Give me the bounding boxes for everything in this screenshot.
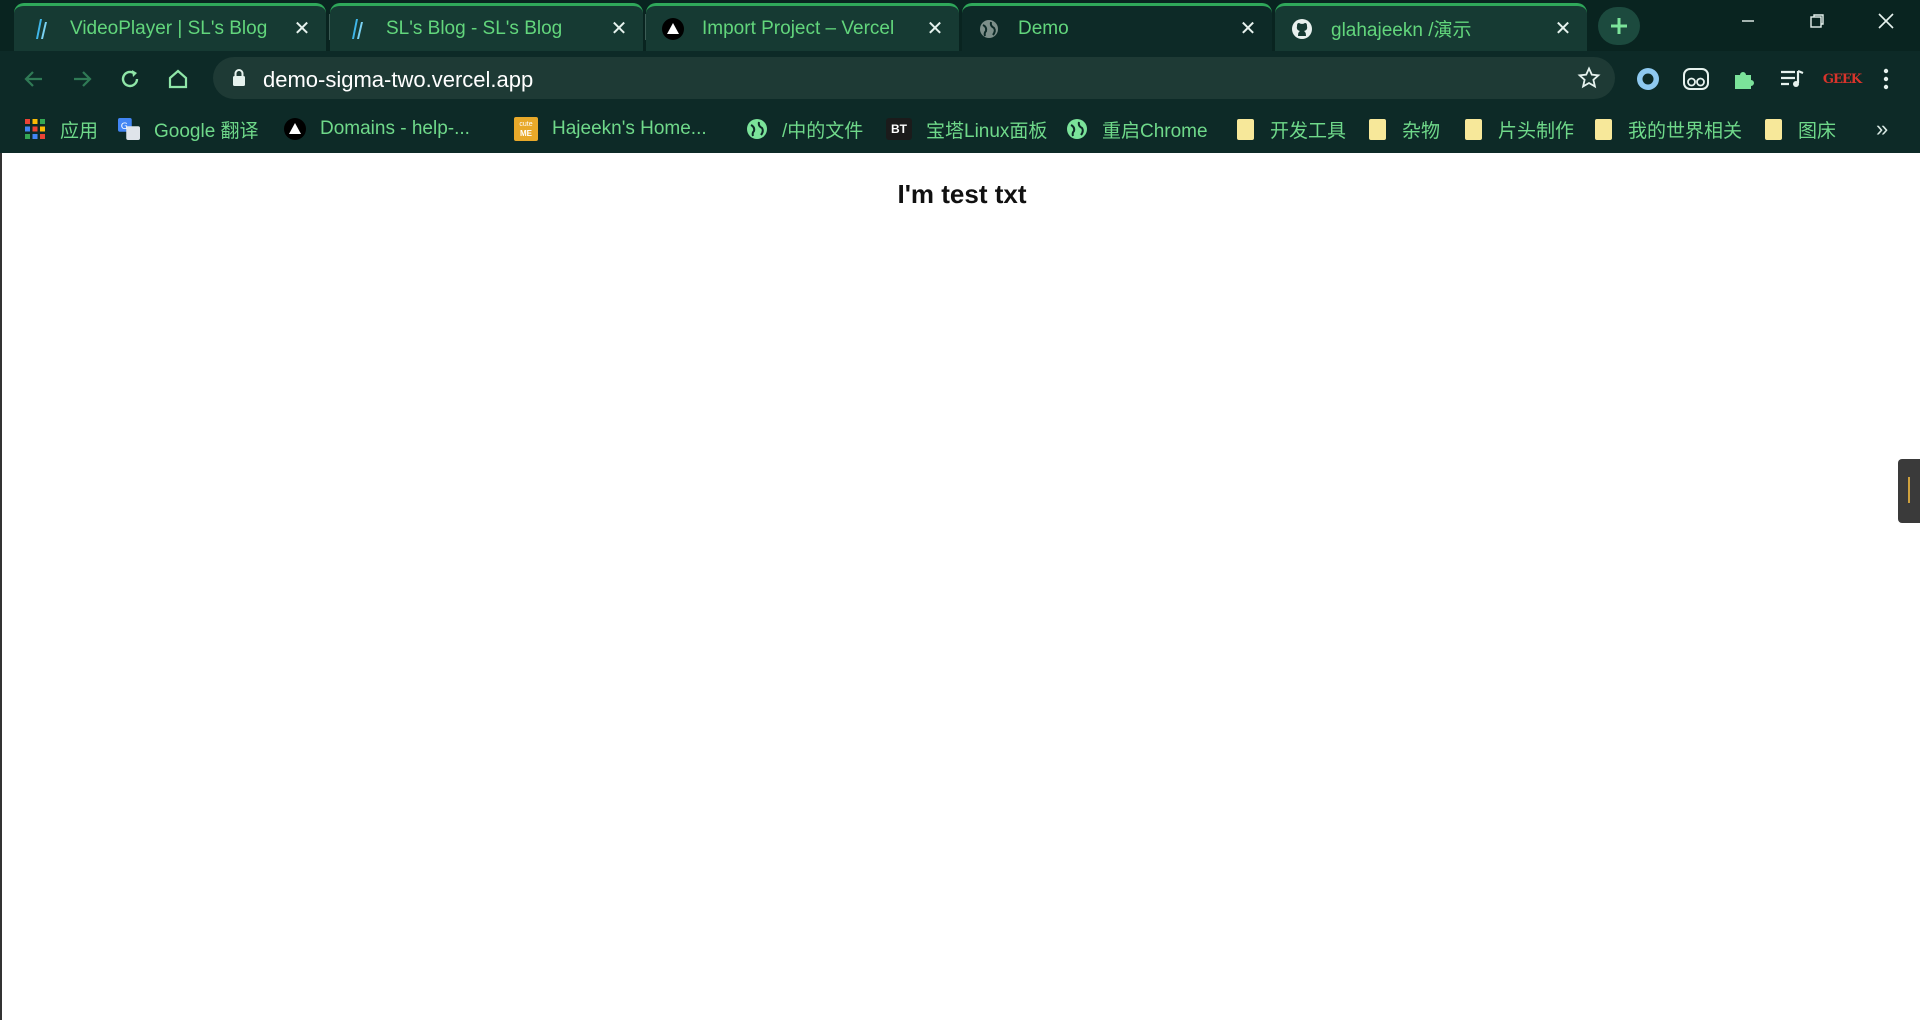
toolbar: demo-sigma-two.vercel.app GEEK [0,51,1920,106]
bookmark-label: 我的世界相关 [1628,120,1743,142]
close-tab-icon[interactable]: ✕ [1553,19,1573,39]
vercel-icon [662,17,684,40]
home-icon [168,69,188,89]
plus-icon [1611,18,1627,34]
minimize-button[interactable] [1714,0,1782,42]
tab-videoplayer[interactable]: VideoPlayer | SL's Blog ✕ [14,3,326,51]
kebab-menu-icon [1883,68,1889,90]
tab-github[interactable]: glahajeekn /演示 ✕ [1275,3,1587,51]
page-content: I'm test txt [0,153,1920,1020]
tab-title: SL's Blog - SL's Blog [386,17,563,39]
tab-title: Import Project – Vercel [702,17,895,39]
forward-button[interactable] [64,61,100,97]
bookmark-hajeekn-home[interactable]: cute ME Hajeekn's Home... [514,114,707,144]
url-text[interactable]: demo-sigma-two.vercel.app [263,67,533,93]
apps-grid-icon [24,118,46,140]
bookmark-bt-panel[interactable]: BT 宝塔Linux面板 [886,114,1047,144]
globe-icon [978,18,1000,40]
bookmark-label: 重启Chrome [1102,120,1208,142]
cute-me-icon: cute ME [514,117,538,141]
extension-glasses-icon[interactable] [1680,63,1712,95]
page-heading: I'm test txt [897,179,1027,209]
lock-icon [231,68,247,93]
tab-title: Demo [1018,17,1069,39]
reload-button[interactable] [112,61,148,97]
bookmark-label: 开发工具 [1270,120,1347,142]
close-tab-icon[interactable]: ✕ [1238,19,1258,39]
sl-blog-icon [346,18,368,40]
svg-text:G: G [121,121,128,132]
puzzle-icon[interactable] [1728,63,1760,95]
restore-button[interactable] [1783,0,1851,42]
tab-demo[interactable]: Demo ✕ [962,3,1272,51]
bookmark-folder-image-host[interactable]: 图床 [1762,114,1836,144]
bookmark-label: /中的文件 [782,120,864,142]
browser-chrome: VideoPlayer | SL's Blog ✕ SL's Blog - SL… [0,0,1920,153]
folder-icon [1762,118,1784,140]
arrow-right-icon [74,71,92,87]
bookmark-label: 杂物 [1402,120,1441,142]
tab-title: glahajeekn /演示 [1331,20,1472,41]
globe-icon [746,118,768,140]
side-panel-handle[interactable] [1898,459,1920,523]
star-icon[interactable] [1577,66,1601,95]
bookmark-domains[interactable]: Domains - help-... [284,114,470,144]
bookmark-label: 图床 [1798,120,1837,142]
reload-icon [121,70,139,88]
close-tab-icon[interactable]: ✕ [292,19,312,39]
bookmark-apps[interactable]: 应用 [24,114,98,144]
tab-strip: VideoPlayer | SL's Blog ✕ SL's Blog - SL… [0,0,1920,51]
arrow-left-icon [24,71,42,87]
restore-icon [1810,14,1824,28]
bookmark-folder-intro[interactable]: 片头制作 [1462,114,1574,144]
github-icon [1291,18,1313,40]
folder-icon [1462,118,1484,140]
google-translate-icon: G [118,118,140,140]
folder-icon [1592,118,1614,140]
bookmark-restart-chrome[interactable]: 重启Chrome [1066,114,1208,144]
globe-icon [1066,118,1088,140]
sl-blog-icon [30,18,52,40]
folder-icon [1366,118,1388,140]
minimize-icon [1742,20,1754,22]
menu-button[interactable] [1870,63,1902,95]
vercel-icon [284,118,306,140]
bookmarks-bar: 应用 G Google 翻译 Domains - help-... cute M… [0,106,1920,153]
handle-grip-line [1908,477,1910,503]
tab-sl-blog[interactable]: SL's Blog - SL's Blog ✕ [330,3,643,51]
extension-circle-icon[interactable] [1632,63,1664,95]
bookmark-folder-misc[interactable]: 杂物 [1366,114,1440,144]
bookmark-folder-minecraft[interactable]: 我的世界相关 [1592,114,1742,144]
bookmark-google-translate[interactable]: G Google 翻译 [118,114,259,144]
bookmark-label: 宝塔Linux面板 [926,120,1048,142]
bookmark-label: Domains - help-... [320,118,470,139]
bookmark-files[interactable]: /中的文件 [746,114,863,144]
close-icon [1878,13,1894,29]
geek-extension-icon[interactable]: GEEK [1822,63,1862,95]
close-tab-icon[interactable]: ✕ [925,19,945,39]
new-tab-button[interactable] [1598,7,1640,45]
geek-label: GEEK [1822,71,1862,87]
folder-icon [1234,118,1256,140]
bookmark-label: Google 翻译 [154,120,259,142]
home-button[interactable] [160,61,196,97]
address-bar[interactable]: demo-sigma-two.vercel.app [213,57,1615,99]
close-window-button[interactable] [1852,0,1920,42]
back-button[interactable] [16,61,52,97]
bookmark-folder-dev-tools[interactable]: 开发工具 [1234,114,1346,144]
bookmark-label: Hajeekn's Home... [552,118,707,139]
bookmarks-overflow-icon[interactable]: » [1876,116,1888,142]
bt-icon: BT [886,118,912,140]
tab-title: VideoPlayer | SL's Blog [70,17,268,39]
tab-import-project[interactable]: Import Project – Vercel ✕ [646,3,959,51]
close-tab-icon[interactable]: ✕ [609,19,629,39]
playlist-icon[interactable] [1776,63,1808,95]
bookmark-label: 片头制作 [1498,120,1575,142]
bookmark-label: 应用 [60,120,99,142]
